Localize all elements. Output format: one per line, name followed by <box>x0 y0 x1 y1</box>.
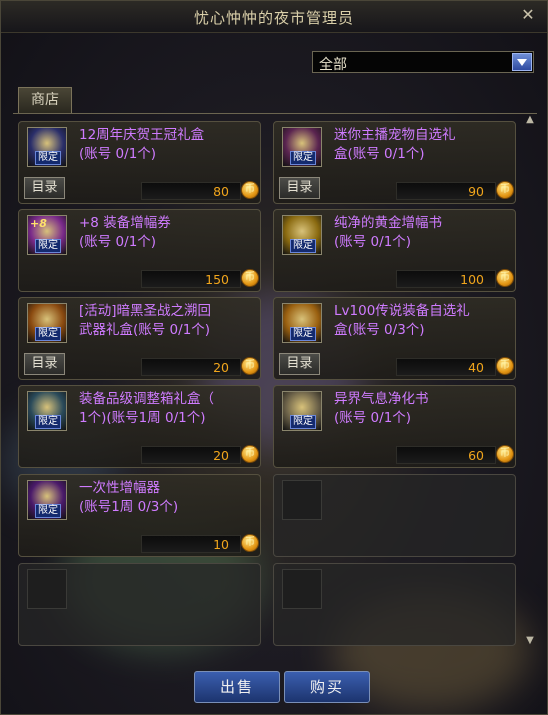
limited-badge: 限定 <box>290 151 316 165</box>
item-price: 20 <box>213 448 229 463</box>
coin-icon: 币 <box>241 534 259 552</box>
item-name: 异界气息净化书 (账号 0/1个) <box>334 391 429 426</box>
scroll-up-icon[interactable]: ▲ <box>523 113 537 127</box>
coin-icon: 币 <box>496 357 514 375</box>
window-title: 忧心忡忡的夜市管理员 <box>193 9 354 27</box>
shop-item-slot[interactable]: 限定 一次性增幅器 (账号1周 0/3个) 10 币 <box>18 474 261 557</box>
price-bar: 20 <box>141 358 241 376</box>
shop-item-slot[interactable]: +8 限定 +8 装备增幅券 (账号 0/1个) 150 币 <box>18 209 261 292</box>
purify-book-icon: 限定 <box>282 391 322 431</box>
item-name: 一次性增幅器 (账号1周 0/3个) <box>79 480 179 515</box>
scrollbar[interactable]: ▲ ▼ <box>523 113 537 648</box>
coin-icon: 币 <box>241 181 259 199</box>
shop-item-slot[interactable]: 限定 12周年庆贺王冠礼盒 (账号 0/1个) 目录 80 币 <box>18 121 261 204</box>
catalog-button[interactable]: 目录 <box>279 177 320 199</box>
close-icon[interactable]: ✕ <box>519 5 537 25</box>
item-price: 20 <box>213 360 229 375</box>
price-bar: 10 <box>141 535 241 553</box>
item-price: 150 <box>205 272 229 287</box>
empty-icon-slot <box>282 569 322 609</box>
empty-slot[interactable] <box>273 563 516 646</box>
coin-icon: 币 <box>241 269 259 287</box>
shop-item-slot[interactable]: 限定 [活动]暗黑圣战之溯回 武器礼盒(账号 0/1个) 目录 20 币 <box>18 297 261 380</box>
amplifier-icon: 限定 <box>27 480 67 520</box>
catalog-button[interactable]: 目录 <box>279 353 320 375</box>
scroll-down-icon[interactable]: ▼ <box>523 634 537 648</box>
shop-item-slot[interactable]: 限定 异界气息净化书 (账号 0/1个) 60 币 <box>273 385 516 468</box>
limited-badge: 限定 <box>290 415 316 429</box>
tab-shop[interactable]: 商店 <box>18 87 72 113</box>
pet-gift-box-icon: 限定 <box>282 127 322 167</box>
price-bar: 40 <box>396 358 496 376</box>
shop-item-slot[interactable]: 限定 Lv100传说装备自选礼 盒(账号 0/3个) 目录 40 币 <box>273 297 516 380</box>
grade-box-icon: 限定 <box>27 391 67 431</box>
item-price: 40 <box>468 360 484 375</box>
coin-icon: 币 <box>496 181 514 199</box>
item-price: 80 <box>213 184 229 199</box>
coin-icon: 币 <box>496 269 514 287</box>
weapon-gift-box-icon: 限定 <box>27 303 67 343</box>
golden-book-icon: 限定 <box>282 215 322 255</box>
item-name: 纯净的黄金增幅书 (账号 0/1个) <box>334 215 442 250</box>
limited-badge: 限定 <box>35 239 61 253</box>
price-bar: 60 <box>396 446 496 464</box>
title-bar: 忧心忡忡的夜市管理员 ✕ <box>1 1 547 33</box>
night-market-window: 忧心忡忡的夜市管理员 ✕ 全部 商店 限定 12周年庆贺王冠礼盒 (账号 0/1个… <box>0 0 548 715</box>
item-name: 12周年庆贺王冠礼盒 (账号 0/1个) <box>79 127 205 162</box>
price-bar: 20 <box>141 446 241 464</box>
coin-icon: 币 <box>496 445 514 463</box>
empty-slot[interactable] <box>18 563 261 646</box>
shop-item-slot[interactable]: 限定 纯净的黄金增幅书 (账号 0/1个) 100 币 <box>273 209 516 292</box>
shop-item-slot[interactable]: 限定 迷你主播宠物自选礼 盒(账号 0/1个) 目录 90 币 <box>273 121 516 204</box>
shop-item-slot[interactable]: 限定 装备品级调整箱礼盒（ 1个)(账号1周 0/1个) 20 币 <box>18 385 261 468</box>
price-bar: 150 <box>141 270 241 288</box>
coin-icon: 币 <box>241 445 259 463</box>
item-name: Lv100传说装备自选礼 盒(账号 0/3个) <box>334 303 470 338</box>
shop-item-grid: 限定 12周年庆贺王冠礼盒 (账号 0/1个) 目录 80 币限定 迷你主播宠物自选礼 盒… <box>13 113 537 654</box>
sell-button[interactable]: 出售 <box>194 671 280 703</box>
dropdown-selected-value: 全部 <box>319 57 347 73</box>
item-price: 10 <box>213 537 229 552</box>
item-price: 100 <box>460 272 484 287</box>
chevron-down-icon[interactable] <box>512 53 532 71</box>
price-bar: 80 <box>141 182 241 200</box>
item-name: 装备品级调整箱礼盒（ 1个)(账号1周 0/1个) <box>79 391 214 426</box>
limited-badge: 限定 <box>35 327 61 341</box>
item-name: 迷你主播宠物自选礼 盒(账号 0/1个) <box>334 127 456 162</box>
price-bar: 100 <box>396 270 496 288</box>
empty-icon-slot <box>27 569 67 609</box>
limited-badge: 限定 <box>290 239 316 253</box>
category-dropdown[interactable]: 全部 <box>312 51 534 73</box>
plus8-badge: +8 <box>30 217 47 230</box>
crown-gift-box-icon: 限定 <box>27 127 67 167</box>
catalog-button[interactable]: 目录 <box>24 353 65 375</box>
buy-button[interactable]: 购买 <box>284 671 370 703</box>
limited-badge: 限定 <box>35 151 61 165</box>
limited-badge: 限定 <box>290 327 316 341</box>
amplify-ticket-icon: +8 限定 <box>27 215 67 255</box>
coin-icon: 币 <box>241 357 259 375</box>
item-price: 90 <box>468 184 484 199</box>
limited-badge: 限定 <box>35 504 61 518</box>
limited-badge: 限定 <box>35 415 61 429</box>
empty-icon-slot <box>282 480 322 520</box>
item-price: 60 <box>468 448 484 463</box>
item-name: [活动]暗黑圣战之溯回 武器礼盒(账号 0/1个) <box>79 303 212 338</box>
item-name: +8 装备增幅券 (账号 0/1个) <box>79 215 171 250</box>
empty-slot[interactable] <box>273 474 516 557</box>
price-bar: 90 <box>396 182 496 200</box>
legendary-gift-box-icon: 限定 <box>282 303 322 343</box>
catalog-button[interactable]: 目录 <box>24 177 65 199</box>
